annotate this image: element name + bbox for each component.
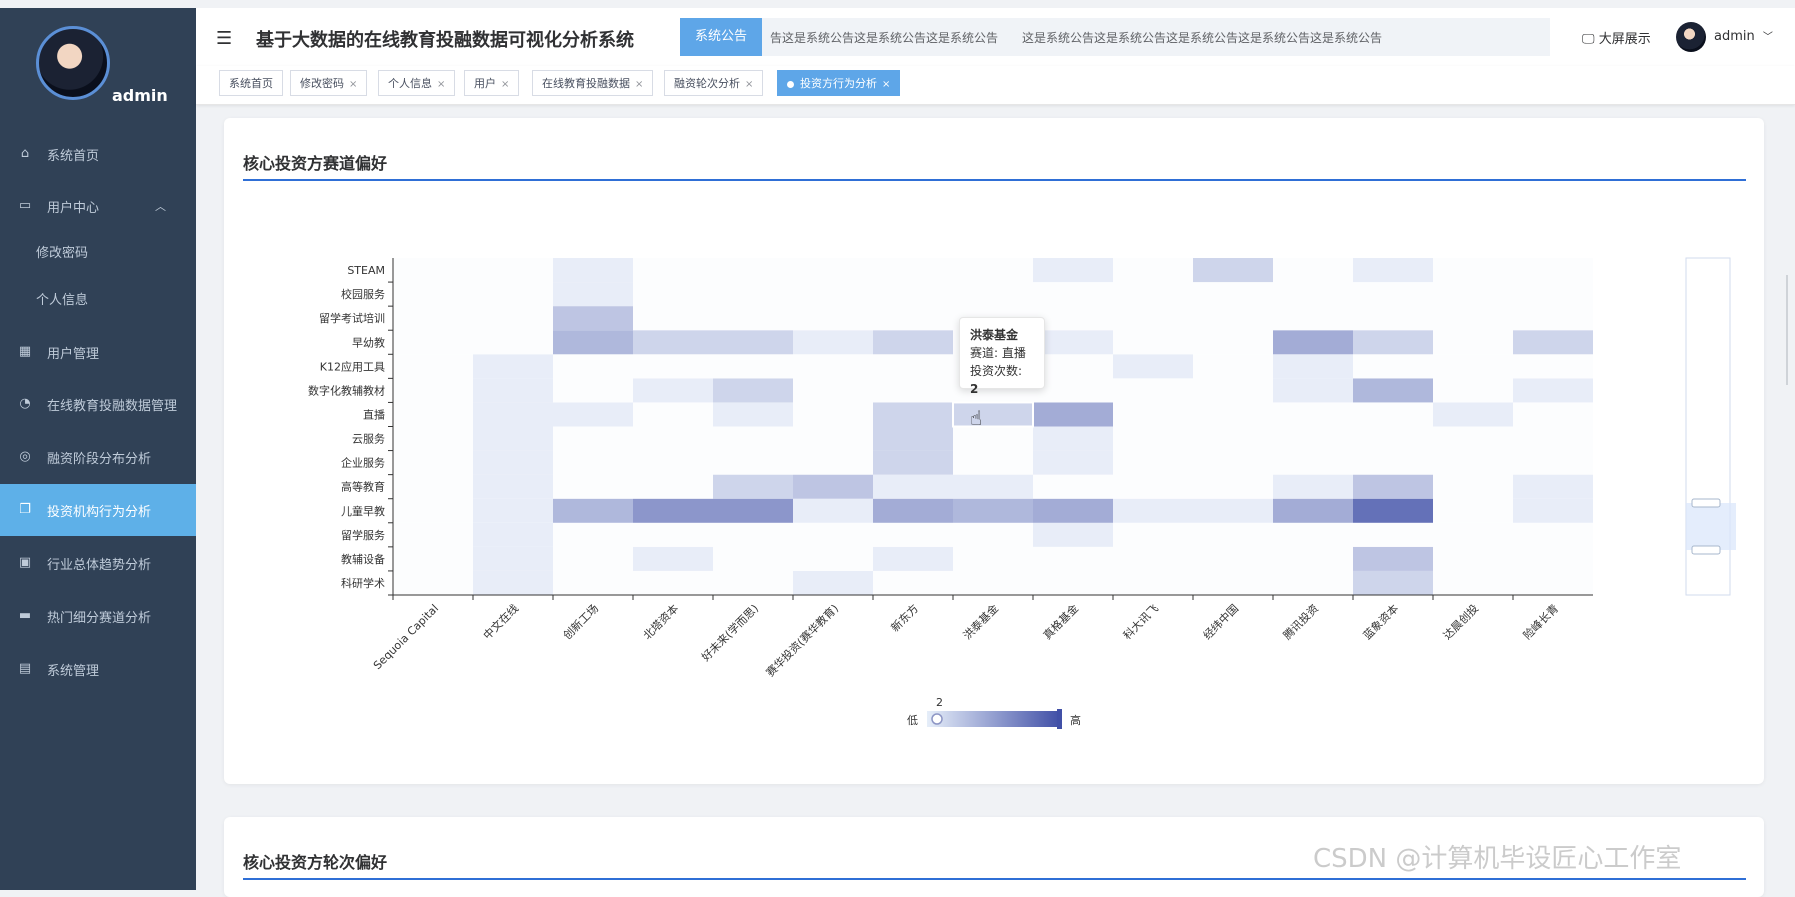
close-icon[interactable]: × <box>501 79 509 90</box>
clipboard-icon: ▣ <box>18 555 32 570</box>
tag-label: 修改密码 <box>300 77 344 90</box>
sidebar-item-profile[interactable]: 个人信息 <box>0 275 232 321</box>
sidebar: admin ⌂ 系统首页 ▭ 用户中心 ︿ 修改密码 个人信息 ▦ 用户管理 ◔… <box>0 8 196 890</box>
user-center-icon: ▭ <box>18 198 32 213</box>
tag-change-password[interactable]: 修改密码 × <box>290 70 368 96</box>
briefcase-icon: ▬ <box>18 608 32 623</box>
tag-profile[interactable]: 个人信息 × <box>378 70 456 96</box>
sidebar-item-label: 修改密码 <box>36 245 89 261</box>
page-scrollbar[interactable] <box>1786 275 1788 385</box>
sidebar-item-label: 用户中心 <box>47 200 100 216</box>
sidebar-item-label: 在线教育投融数据管理 <box>47 398 178 414</box>
sidebar-item-investor-analysis[interactable]: ❐ 投资机构行为分析 <box>0 484 196 536</box>
hand-cursor-icon: ☝ <box>970 406 983 430</box>
title-underline <box>243 878 1746 880</box>
chevron-up-icon: ︿ <box>155 200 166 213</box>
top-header: ☰ 基于大数据的在线教育投融数据可视化分析系统 系统公告 告这是系统公告这是系统… <box>196 8 1795 66</box>
watermark: CSDN @计算机毕设匠心工作室 <box>1313 844 1682 874</box>
tag-label: 用户 <box>474 77 496 90</box>
close-icon[interactable]: × <box>437 79 445 90</box>
sidebar-item-label: 行业总体趋势分析 <box>47 557 152 573</box>
sidebar-item-trend-analysis[interactable]: ▣ 行业总体趋势分析 <box>0 537 196 589</box>
copy-icon: ❐ <box>19 502 31 517</box>
sidebar-item-label: 个人信息 <box>36 292 89 308</box>
close-icon[interactable]: × <box>745 79 753 90</box>
sidebar-item-user-center[interactable]: ▭ 用户中心 ︿ <box>0 180 196 232</box>
sidebar-item-label: 热门细分赛道分析 <box>47 610 152 626</box>
active-dot-icon <box>787 80 794 88</box>
close-icon[interactable]: × <box>635 79 643 90</box>
message-icon: ▤ <box>18 661 32 676</box>
sidebar-item-home[interactable]: ⌂ 系统首页 <box>0 128 196 180</box>
tag-round-analysis[interactable]: 融资轮次分析 × <box>664 70 764 96</box>
sidebar-item-label: 用户管理 <box>47 346 100 362</box>
tag-label: 个人信息 <box>388 77 432 90</box>
card-title: 核心投资方轮次偏好 <box>243 853 388 872</box>
tag-edu-data[interactable]: 在线教育投融数据 × <box>532 70 654 96</box>
tooltip-count-label: 投资次数: <box>970 364 1023 378</box>
tag-label: 系统首页 <box>229 77 273 90</box>
chevron-down-icon: ﹀ <box>1762 32 1773 43</box>
grid-icon: ▦ <box>18 344 32 359</box>
tooltip-count-value: 2 <box>970 382 979 396</box>
sidebar-item-user-management[interactable]: ▦ 用户管理 <box>0 326 196 378</box>
user-dropdown[interactable]: admin ﹀ <box>1714 28 1773 44</box>
profile-block: admin <box>0 8 196 136</box>
user-label: admin <box>1714 29 1755 44</box>
dashboard-icon: ◔ <box>19 396 31 411</box>
avatar[interactable] <box>1676 22 1706 52</box>
sidebar-item-label: 投资机构行为分析 <box>47 504 152 520</box>
tooltip-investor: 洪泰基金 <box>970 328 1019 342</box>
tag-label: 融资轮次分析 <box>674 77 740 90</box>
tags-bar: 系统首页 修改密码 × 个人信息 × 用户 × 在线教育投融数据 × 融资轮次分析 × 投… <box>196 66 1795 105</box>
home-icon: ⌂ <box>20 146 30 161</box>
sidebar-username: admin <box>112 86 168 105</box>
tag-investor-analysis[interactable]: 投资方行为分析 × <box>777 70 901 96</box>
tooltip-track: 赛道: 直播 <box>970 346 1026 360</box>
sidebar-item-label: 系统首页 <box>47 148 100 164</box>
card-title: 核心投资方赛道偏好 <box>243 154 388 173</box>
avatar[interactable] <box>36 26 110 100</box>
notice-label: 系统公告 <box>680 18 762 56</box>
sidebar-item-label: 系统管理 <box>47 663 100 679</box>
sidebar-item-change-password[interactable]: 修改密码 <box>0 228 232 274</box>
card-track-preference: 核心投资方赛道偏好 <box>224 118 1764 784</box>
notice-text: 告这是系统公告这是系统公告这是系统公告 这是系统公告这是系统公告这是系统公告这是… <box>770 31 1383 45</box>
sidebar-item-track-analysis[interactable]: ▬ 热门细分赛道分析 <box>0 590 196 642</box>
sidebar-item-system[interactable]: ▤ 系统管理 <box>0 643 196 695</box>
title-underline <box>243 179 1746 181</box>
bigscreen-label: 大屏展示 <box>1598 32 1651 47</box>
close-icon[interactable]: × <box>882 79 890 90</box>
sidebar-item-label: 融资阶段分布分析 <box>47 451 152 467</box>
ring-icon: ◎ <box>19 449 31 464</box>
chart-tooltip: 洪泰基金 赛道: 直播 投资次数: 2 <box>959 317 1045 396</box>
page-title: 基于大数据的在线教育投融数据可视化分析系统 <box>256 30 634 51</box>
tooltip-count: 投资次数: 2 <box>970 362 1034 398</box>
tag-label: 投资方行为分析 <box>800 77 877 90</box>
tag-label: 在线教育投融数据 <box>542 77 630 90</box>
screen-icon: 🖵 <box>1582 32 1595 47</box>
sidebar-item-data-management[interactable]: ◔ 在线教育投融数据管理 <box>0 378 196 430</box>
bigscreen-button[interactable]: 🖵 大屏展示 <box>1582 28 1651 47</box>
tag-user[interactable]: 用户 × <box>464 70 520 96</box>
menu-toggle-icon[interactable]: ☰ <box>216 28 232 49</box>
sidebar-item-stage-analysis[interactable]: ◎ 融资阶段分布分析 <box>0 431 196 483</box>
tag-home[interactable]: 系统首页 <box>219 70 283 96</box>
close-icon[interactable]: × <box>349 79 357 90</box>
notice-bar: 系统公告 告这是系统公告这是系统公告这是系统公告 这是系统公告这是系统公告这是系… <box>680 18 1550 56</box>
